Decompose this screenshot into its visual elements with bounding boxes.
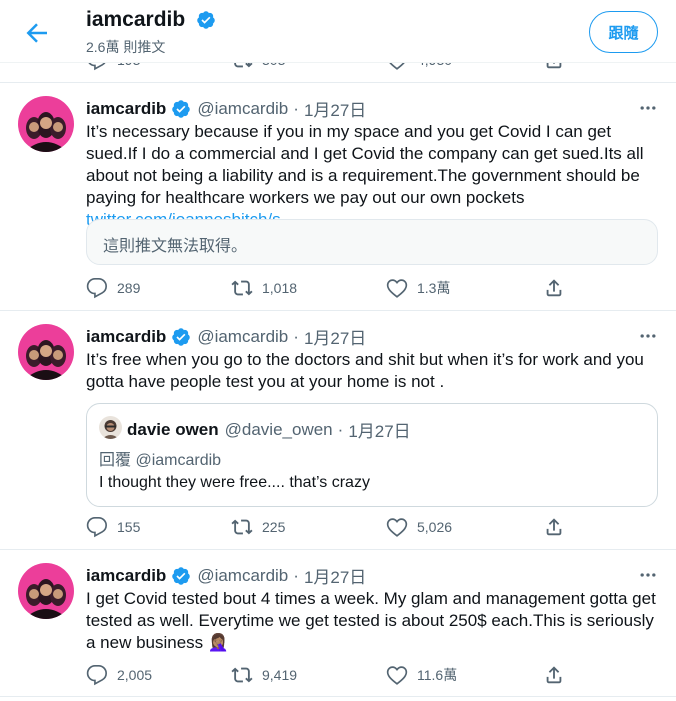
retweet-count: 225 [262,519,286,535]
like-count: 11.6萬 [417,667,458,683]
reply-action[interactable]: 289 [86,277,140,299]
avatar[interactable] [18,96,74,152]
like-action[interactable]: 5,026 [386,516,452,538]
more-options-icon[interactable] [638,98,658,118]
avatar[interactable] [18,324,74,380]
tweet-body: I get Covid tested bout 4 times a week. … [86,589,656,652]
verified-badge-icon [172,327,191,346]
share-icon [546,666,562,684]
like-action[interactable]: 1.3萬 [386,277,450,299]
profile-header: iamcardib 2.6萬 則推文 跟隨 [0,0,676,63]
tweet-date[interactable]: 1月27日 [304,96,366,121]
more-options-icon[interactable] [638,565,658,585]
avatar[interactable] [18,563,74,619]
tweet[interactable]: iamcardib @iamcardib · 1月27日 I get Covid… [0,551,676,697]
verified-badge-icon [172,566,191,585]
quoted-author-handle: @davie_owen [224,419,333,439]
retweet-count: 9,419 [262,667,298,683]
verified-badge-icon [197,11,215,29]
unavailable-tweet-notice: 這則推文無法取得。 [86,219,658,265]
reply-to-handle: @iamcardib [135,452,222,469]
tweet-date[interactable]: 1月27日 [304,563,366,588]
reply-icon [86,665,107,686]
tweet-date[interactable]: 1月27日 [304,324,366,349]
author-name[interactable]: iamcardib [86,566,166,586]
reply-count: 289 [117,280,141,296]
follow-button[interactable]: 跟隨 [589,11,658,53]
tweet-text: It’s necessary because if you in my spac… [86,121,661,231]
tweet-actions: 289 1,018 1.3萬 [86,277,566,301]
tweet[interactable]: iamcardib @iamcardib · 1月27日 It’s necess… [0,84,676,311]
share-action[interactable] [543,516,574,538]
author-name[interactable]: iamcardib [86,327,166,347]
reply-count: 2,005 [117,667,153,683]
reply-icon [86,278,107,299]
share-icon [546,518,562,536]
quoted-avatar [99,416,122,439]
reply-action[interactable]: 155 [86,516,140,538]
quoted-tweet[interactable]: davie owen @davie_owen · 1月27日 回覆 @iamca… [86,403,658,507]
reply-count: 155 [117,519,141,535]
author-handle[interactable]: @iamcardib [197,327,288,347]
separator-dot: · [337,419,344,439]
like-action[interactable]: 11.6萬 [386,664,457,686]
retweet-action[interactable]: 225 [231,516,285,538]
share-action[interactable] [543,664,574,686]
quoted-text: I thought they were free.... that’s craz… [99,474,370,491]
reply-action[interactable]: 2,005 [86,664,152,686]
author-name[interactable]: iamcardib [86,99,166,119]
retweet-icon [231,280,253,296]
quoted-date: 1月27日 [348,422,411,441]
reply-icon [86,517,107,538]
quoted-author: davie owen @davie_owen · 1月27日 [127,417,411,442]
back-arrow-icon[interactable] [22,18,52,48]
reply-prefix: 回覆 [99,452,136,469]
like-count: 1.3萬 [417,280,451,296]
tweet-author: iamcardib @iamcardib · 1月27日 [86,563,366,588]
retweet-icon [231,667,253,683]
tweet-actions: 2,005 9,419 11.6萬 [86,664,566,688]
heart-icon [386,666,408,685]
tweet-count: 2.6萬 則推文 [86,39,166,55]
retweet-action[interactable]: 9,419 [231,664,297,686]
author-handle[interactable]: @iamcardib [197,99,288,119]
tweet-actions: 155 225 5,026 [86,516,566,540]
retweet-count: 1,018 [262,280,298,296]
retweet-action[interactable]: 1,018 [231,277,297,299]
author-handle[interactable]: @iamcardib [197,566,288,586]
separator-dot: · [293,98,299,118]
retweet-icon [231,519,253,535]
tweet-author: iamcardib @iamcardib · 1月27日 [86,324,366,349]
more-options-icon[interactable] [638,326,658,346]
separator-dot: · [293,326,299,346]
separator-dot: · [293,565,299,585]
tweet-body: It’s necessary because if you in my spac… [86,122,644,207]
quoted-author-name: davie owen [127,419,219,439]
heart-icon [386,279,408,298]
tweet-text: I get Covid tested bout 4 times a week. … [86,588,661,654]
share-icon [546,279,562,297]
quoted-reply-context: 回覆 @iamcardib [99,446,221,470]
like-count: 5,026 [417,519,453,535]
profile-name: iamcardib [86,8,186,31]
tweet-author: iamcardib @iamcardib · 1月27日 [86,96,366,121]
facepalm-emoji: 🤦🏽‍♀️ [207,633,230,652]
heart-icon [386,518,408,537]
verified-badge-icon [172,99,191,118]
profile-title: iamcardib [86,8,222,32]
tweet-text: It’s free when you go to the doctors and… [86,350,644,391]
share-action[interactable] [543,277,574,299]
tweet[interactable]: iamcardib @iamcardib · 1月27日 It’s free w… [0,312,676,550]
